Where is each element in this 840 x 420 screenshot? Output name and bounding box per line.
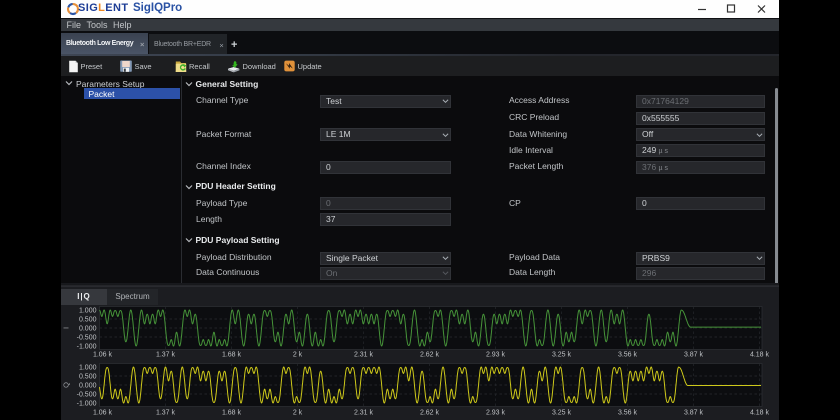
svg-text:0.500: 0.500 [79,316,97,323]
svg-text:3.87 k: 3.87 k [684,352,704,359]
svg-text:3.87 k: 3.87 k [684,410,704,417]
svg-text:1.000: 1.000 [79,364,97,371]
svg-text:3.25 k: 3.25 k [552,352,572,359]
svg-text:Q: Q [62,382,71,388]
svg-text:2 k: 2 k [293,410,303,417]
svg-text:2.31 k: 2.31 k [354,352,374,359]
svg-text:4.18 k: 4.18 k [750,410,770,417]
svg-text:1.68 k: 1.68 k [222,352,242,359]
svg-text:1.68 k: 1.68 k [222,410,242,417]
svg-text:1.000: 1.000 [79,307,97,314]
svg-text:1.37 k: 1.37 k [156,410,176,417]
svg-text:2 k: 2 k [293,352,303,359]
svg-text:-0.500: -0.500 [77,334,97,341]
svg-text:1.37 k: 1.37 k [156,352,176,359]
svg-text:2.62 k: 2.62 k [420,410,440,417]
svg-text:4.18 k: 4.18 k [750,352,770,359]
svg-text:0.500: 0.500 [79,373,97,380]
svg-text:3.25 k: 3.25 k [552,410,572,417]
svg-text:3.56 k: 3.56 k [618,352,638,359]
svg-text:1.06 k: 1.06 k [93,410,113,417]
svg-text:1.06 k: 1.06 k [93,352,113,359]
svg-text:2.62 k: 2.62 k [420,352,440,359]
svg-text:3.56 k: 3.56 k [618,410,638,417]
svg-text:-1.000: -1.000 [77,343,97,350]
svg-text:-1.000: -1.000 [77,400,97,407]
svg-text:0.000: 0.000 [79,382,97,389]
svg-text:2.31 k: 2.31 k [354,410,374,417]
svg-text:I: I [62,327,71,329]
svg-text:-0.500: -0.500 [77,391,97,398]
svg-text:2.93 k: 2.93 k [486,410,506,417]
svg-text:0.000: 0.000 [79,325,97,332]
svg-text:2.93 k: 2.93 k [486,352,506,359]
